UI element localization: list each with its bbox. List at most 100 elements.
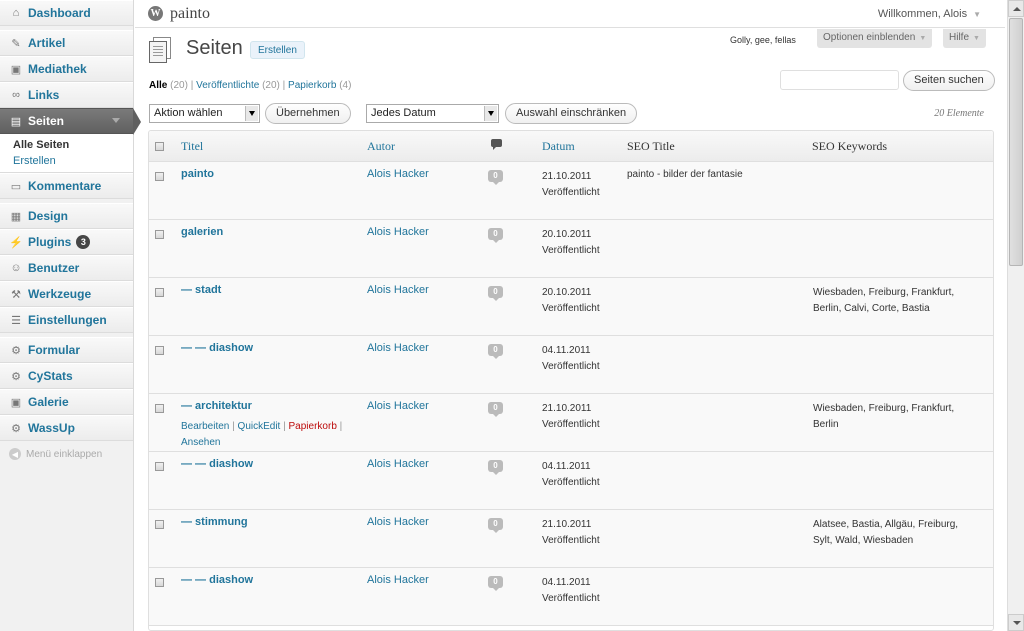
filter-all[interactable]: Alle <box>149 80 167 91</box>
help-button[interactable]: Hilfe ▼ <box>943 29 986 48</box>
row-checkbox[interactable] <box>155 346 164 355</box>
view-link[interactable]: Ansehen <box>181 437 220 448</box>
table-row: — — diashow Alois Hacker 0 04.11.2011 Veröff… <box>149 336 993 394</box>
menu-label: Seiten <box>28 114 65 128</box>
menu-mediathek[interactable]: ▣ Mediathek <box>0 56 133 82</box>
row-checkbox[interactable] <box>155 288 164 297</box>
menu-cystats[interactable]: ⚙ CyStats <box>0 363 133 389</box>
comment-count-bubble-icon[interactable]: 0 <box>488 576 503 591</box>
scroll-down-arrow-icon[interactable] <box>1008 614 1024 631</box>
column-date-link[interactable]: Datum <box>542 139 575 153</box>
page-title-link[interactable]: painto <box>181 168 214 180</box>
page-title-link[interactable]: — — diashow <box>181 574 253 586</box>
seo-keywords-cell: Wiesbaden, Freiburg, Frankfurt, Berlin <box>813 401 978 433</box>
row-checkbox[interactable] <box>155 462 164 471</box>
comment-count-bubble-icon[interactable]: 0 <box>488 286 503 301</box>
menu-formular[interactable]: ⚙ Formular <box>0 337 133 363</box>
date-filter-value: Jedes Datum <box>371 107 436 119</box>
author-link[interactable]: Alois Hacker <box>367 400 429 412</box>
comments-column-icon[interactable] <box>491 139 502 150</box>
submenu-erstellen-link[interactable]: Erstellen <box>13 155 56 167</box>
author-link[interactable]: Alois Hacker <box>367 168 429 180</box>
column-author-link[interactable]: Autor <box>367 139 395 153</box>
seo-keywords-cell: Wiesbaden, Freiburg, Frankfurt, Berlin, C… <box>813 285 978 317</box>
column-title-link[interactable]: Titel <box>181 139 203 153</box>
submenu-erstellen[interactable]: Erstellen <box>0 153 133 169</box>
screen-options-button[interactable]: Optionen einblenden ▼ <box>817 29 933 48</box>
row-checkbox[interactable] <box>155 230 164 239</box>
page-title-link[interactable]: — stadt <box>181 284 221 296</box>
date-cell: 21.10.2011 Veröffentlicht <box>542 517 600 549</box>
menu-wassup[interactable]: ⚙ WassUp <box>0 415 133 441</box>
filter-button[interactable]: Auswahl einschränken <box>505 103 638 124</box>
column-title-header[interactable]: Titel <box>181 139 203 154</box>
action-separator: | <box>232 421 235 432</box>
menu-einstellungen[interactable]: ☰ Einstellungen <box>0 307 133 333</box>
menu-design[interactable]: ▦ Design <box>0 203 133 229</box>
menu-plugins[interactable]: ⚡ Plugins 3 <box>0 229 133 255</box>
row-checkbox[interactable] <box>155 520 164 529</box>
quickedit-link[interactable]: QuickEdit <box>238 421 281 432</box>
search-pages-button[interactable]: Seiten suchen <box>903 70 995 91</box>
page-title: Seiten <box>186 37 243 59</box>
author-link[interactable]: Alois Hacker <box>367 516 429 528</box>
author-link[interactable]: Alois Hacker <box>367 226 429 238</box>
filter-trash[interactable]: Papierkorb <box>288 80 336 91</box>
row-checkbox[interactable] <box>155 404 164 413</box>
author-link[interactable]: Alois Hacker <box>367 458 429 470</box>
author-link[interactable]: Alois Hacker <box>367 284 429 296</box>
page-title-link[interactable]: — stimmung <box>181 516 248 528</box>
date-filter-select[interactable]: Jedes Datum <box>366 104 499 123</box>
column-seo-title-header: SEO Title <box>627 139 675 153</box>
action-separator: | <box>339 421 343 432</box>
submenu-alle-seiten[interactable]: Alle Seiten <box>0 137 133 153</box>
user-menu[interactable]: Willkommen, Alois ▼ <box>878 8 981 20</box>
add-new-page-button[interactable]: Erstellen <box>250 41 305 59</box>
column-author-header[interactable]: Autor <box>367 139 395 154</box>
site-name-link[interactable]: painto <box>170 5 210 23</box>
trash-link[interactable]: Papierkorb <box>289 421 337 432</box>
comment-count-bubble-icon[interactable]: 0 <box>488 228 503 243</box>
menu-kommentare[interactable]: ▭ Kommentare <box>0 173 133 199</box>
author-link[interactable]: Alois Hacker <box>367 342 429 354</box>
page-date: 04.11.2011 <box>542 577 591 588</box>
filter-published[interactable]: Veröffentlichte <box>196 80 259 91</box>
apply-button[interactable]: Übernehmen <box>265 103 351 124</box>
chevron-down-icon: ▼ <box>973 10 981 19</box>
scrollbar-thumb[interactable] <box>1009 18 1023 266</box>
vertical-scrollbar[interactable] <box>1007 0 1024 631</box>
comment-count-bubble-icon[interactable]: 0 <box>488 170 503 185</box>
column-date-header[interactable]: Datum <box>542 139 575 154</box>
comment-count-bubble-icon[interactable]: 0 <box>488 402 503 417</box>
menu-links[interactable]: ∞ Links <box>0 82 133 108</box>
page-title-link[interactable]: — architektur <box>181 400 252 412</box>
page-status: Veröffentlicht <box>542 303 600 314</box>
search-input[interactable] <box>780 70 899 90</box>
scroll-up-arrow-icon[interactable] <box>1008 0 1024 17</box>
comment-count-bubble-icon[interactable]: 0 <box>488 518 503 533</box>
comment-count-bubble-icon[interactable]: 0 <box>488 460 503 475</box>
menu-galerie[interactable]: ▣ Galerie <box>0 389 133 415</box>
table-row: — — diashow Alois Hacker 0 04.11.2011 Veröff… <box>149 568 993 626</box>
row-checkbox[interactable] <box>155 578 164 587</box>
menu-benutzer[interactable]: ☺ Benutzer <box>0 255 133 281</box>
bulk-action-select[interactable]: Aktion wählen <box>149 104 260 123</box>
row-checkbox[interactable] <box>155 172 164 181</box>
menu-dashboard[interactable]: ⌂ Dashboard <box>0 0 133 26</box>
menu-werkzeuge[interactable]: ⚒ Werkzeuge <box>0 281 133 307</box>
author-link[interactable]: Alois Hacker <box>367 574 429 586</box>
menu-seiten[interactable]: ▤ Seiten <box>0 108 141 135</box>
page-title-link[interactable]: galerien <box>181 226 223 238</box>
menu-artikel[interactable]: ✎ Artikel <box>0 30 133 56</box>
page-status: Veröffentlicht <box>542 361 600 372</box>
edit-link[interactable]: Bearbeiten <box>181 421 229 432</box>
pages-icon <box>149 37 175 63</box>
collapse-menu-button[interactable]: ◀ Menü einklappen <box>0 441 133 467</box>
select-all-checkbox[interactable] <box>155 142 164 151</box>
comment-count-bubble-icon[interactable]: 0 <box>488 344 503 359</box>
page-title-link[interactable]: — — diashow <box>181 342 253 354</box>
menu-label: Galerie <box>28 395 69 409</box>
appearance-icon: ▦ <box>10 210 22 223</box>
menu-label: Links <box>28 88 60 102</box>
page-title-link[interactable]: — — diashow <box>181 458 253 470</box>
